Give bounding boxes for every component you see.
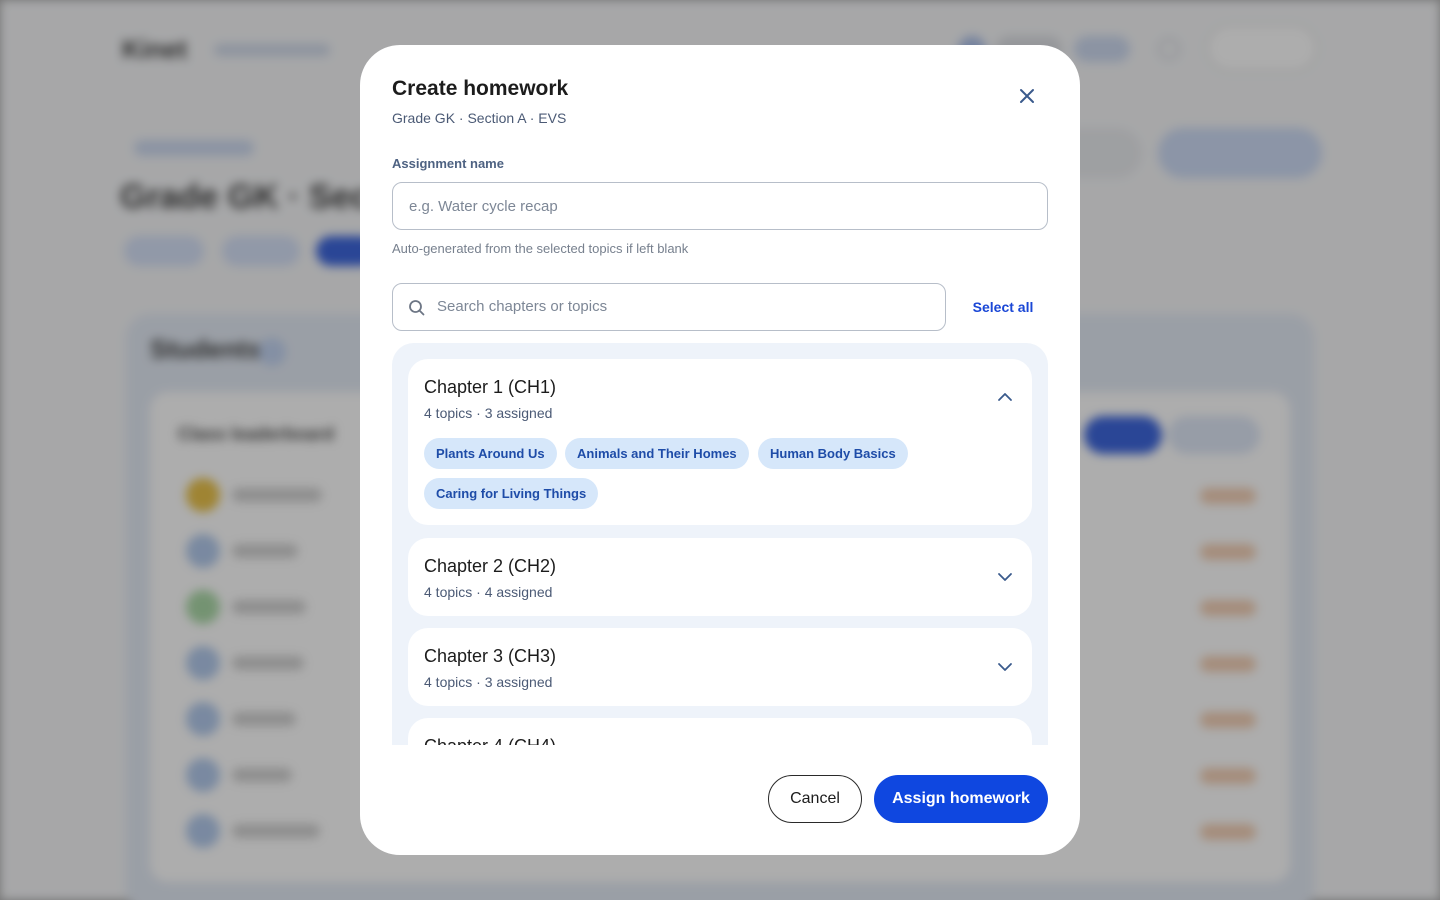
chapter-meta: 4 topics · 3 assigned [424, 674, 553, 690]
chevron-down-icon[interactable] [994, 566, 1016, 588]
chapter-meta: 4 topics · 4 assigned [424, 584, 553, 600]
topic-chip[interactable]: Plants Around Us [424, 438, 557, 469]
topic-chip[interactable]: Human Body Basics [758, 438, 908, 469]
chapter-title: Chapter 4 (CH4) [424, 736, 556, 745]
search-icon [409, 300, 425, 316]
select-all-button[interactable]: Select all [960, 299, 1046, 315]
assignment-name-hint: Auto-generated from the selected topics … [392, 241, 689, 256]
topic-chip[interactable]: Animals and Their Homes [565, 438, 749, 469]
topic-search-field[interactable] [392, 283, 946, 331]
assign-homework-button[interactable]: Assign homework [874, 775, 1048, 823]
topic-chip[interactable]: Caring for Living Things [424, 478, 599, 509]
close-button[interactable] [1012, 81, 1042, 111]
chapter-card-ch3[interactable]: Chapter 3 (CH3) 4 topics · 3 assigned [408, 628, 1032, 706]
chapter-title: Chapter 1 (CH1) [424, 377, 557, 397]
chapter-card-ch4[interactable]: Chapter 4 (CH4) [408, 718, 1032, 745]
chapter-title: Chapter 3 (CH3) [424, 646, 557, 666]
topic-search-input[interactable] [437, 284, 937, 329]
assignment-name-input[interactable] [392, 182, 1048, 230]
chapter-card-ch1[interactable]: Chapter 1 (CH1) 4 topics · 3 assigned Pl… [408, 359, 1032, 525]
dialog-subtitle: Grade GK · Section A · EVS [392, 110, 567, 126]
cancel-button[interactable]: Cancel [768, 775, 862, 823]
chapter-list[interactable]: Chapter 1 (CH1) 4 topics · 3 assigned Pl… [392, 343, 1048, 745]
dialog-title: Create homework [392, 77, 569, 100]
chevron-down-icon[interactable] [994, 656, 1016, 678]
assignment-name-label: Assignment name [392, 156, 504, 171]
chapter-meta: 4 topics · 3 assigned [424, 405, 553, 421]
close-icon [1020, 89, 1034, 103]
chevron-up-icon[interactable] [994, 386, 1016, 408]
create-homework-dialog: Create homework Grade GK · Section A · E… [360, 45, 1080, 855]
chapter-title: Chapter 2 (CH2) [424, 556, 557, 576]
chapter-card-ch2[interactable]: Chapter 2 (CH2) 4 topics · 4 assigned [408, 538, 1032, 616]
